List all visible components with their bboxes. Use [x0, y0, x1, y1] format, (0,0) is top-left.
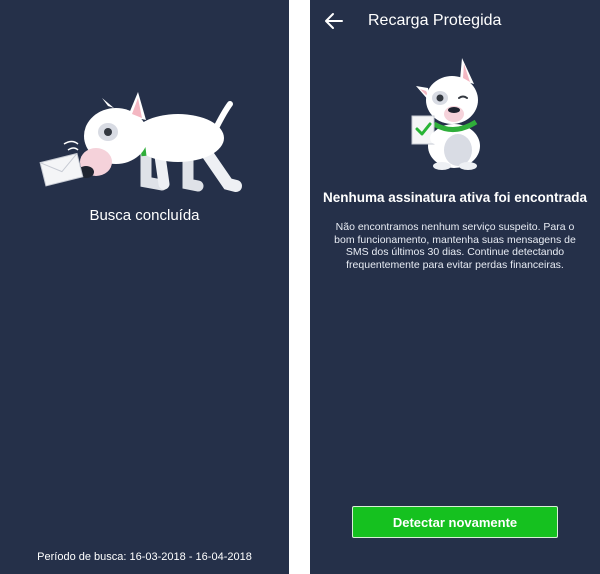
search-period-label: Período de busca: 16-03-2018 - 16-04-201… — [37, 551, 252, 563]
dog-sniffing-envelope-illustration — [39, 92, 242, 192]
app-bar-title: Recarga Protegida — [368, 12, 502, 29]
arrow-left-icon[interactable] — [322, 10, 346, 32]
dog-holding-checklist-illustration — [411, 58, 480, 170]
result-headline: Nenhuma assinatura ativa foi encontrada — [322, 190, 588, 205]
result-description: Não encontramos nenhum serviço suspeito.… — [334, 221, 576, 271]
scan-complete-screen: Busca concluída Período de busca: 16-03-… — [0, 0, 289, 574]
app-bar: Recarga Protegida — [310, 0, 600, 44]
scan-status-title: Busca concluída — [89, 207, 200, 224]
protected-recharge-screen: Recarga Protegida Nenhuma assinatura ati… — [310, 0, 600, 574]
detect-again-button[interactable]: Detectar novamente — [352, 506, 558, 538]
